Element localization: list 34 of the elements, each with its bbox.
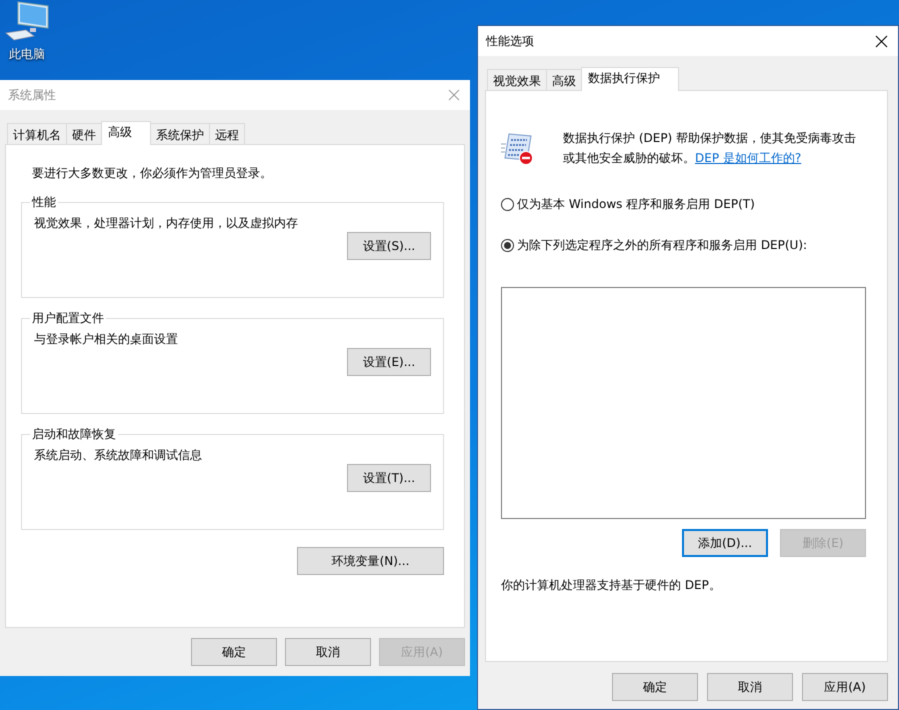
description-text: 数据执行保护 (DEP) 帮助保护数据，使其免受病毒攻击或其他安全威胁的破坏。DEP 是如何工作的?: [563, 130, 858, 167]
close-icon[interactable]: [875, 34, 888, 48]
tab[interactable]: 硬件: [66, 123, 102, 144]
desktop-icon-label[interactable]: 此电脑: [9, 46, 45, 63]
hardware-note: 你的计算机处理器支持基于硬件的 DEP。: [501, 577, 722, 594]
dialog-button[interactable]: 确定: [612, 673, 698, 701]
notice-text: 要进行大多数更改，你必须作为管理员登录。: [32, 165, 273, 182]
group-description: 系统启动、系统故障和调试信息: [34, 447, 203, 464]
help-link[interactable]: DEP 是如何工作的?: [695, 151, 802, 165]
tab[interactable]: 计算机名: [7, 123, 67, 144]
window-title: 系统属性: [8, 86, 56, 104]
group-description: 与登录帐户相关的桌面设置: [34, 331, 179, 348]
settings-button[interactable]: 设置(E)...: [347, 348, 431, 376]
settings-button[interactable]: 设置(T)...: [347, 464, 431, 492]
dialog-button[interactable]: 取消: [285, 638, 371, 666]
radio-option[interactable]: 仅为基本 Windows 程序和服务启用 DEP(T): [501, 196, 866, 213]
group-title: 启动和故障恢复: [31, 426, 117, 443]
settings-button[interactable]: 设置(S)...: [347, 232, 431, 260]
group-title: 用户配置文件: [31, 310, 105, 327]
group-description: 视觉效果，处理器计划，内存使用，以及虚拟内存: [34, 215, 299, 232]
list-action-button[interactable]: 添加(D)...: [682, 529, 768, 557]
tab[interactable]: 系统保护: [150, 123, 210, 144]
tab[interactable]: 高级: [101, 121, 151, 145]
tab[interactable]: 数据执行保护: [581, 67, 679, 91]
tab[interactable]: 视觉效果: [487, 69, 547, 90]
dialog-button[interactable]: 确定: [191, 638, 277, 666]
computer-icon[interactable]: [4, 0, 50, 42]
environment-variables-button[interactable]: 环境变量(N)...: [297, 547, 444, 575]
tab[interactable]: 远程: [209, 123, 245, 144]
dialog-button[interactable]: 应用(A): [802, 673, 888, 701]
group-title: 性能: [30, 194, 57, 211]
window-title: 性能选项: [486, 32, 534, 50]
radio-option[interactable]: 为除下列选定程序之外的所有程序和服务启用 DEP(U):: [501, 237, 866, 254]
dialog-button[interactable]: 取消: [707, 673, 793, 701]
